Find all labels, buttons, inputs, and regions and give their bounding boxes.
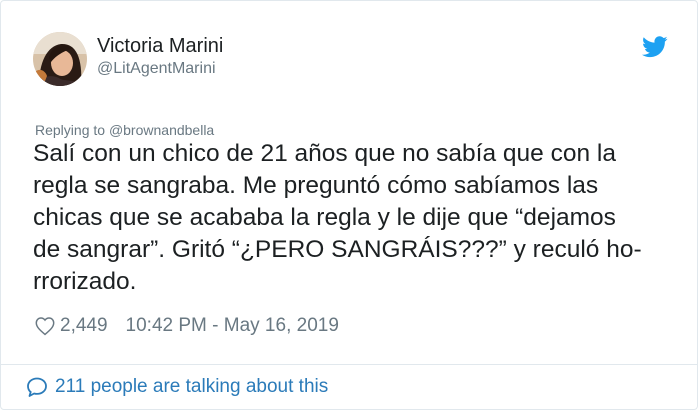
tweet-text-line: chicas que se acababa la regla y le dije… bbox=[33, 204, 616, 231]
heart-icon[interactable] bbox=[34, 315, 56, 337]
twitter-bird-icon[interactable] bbox=[642, 36, 668, 58]
reply-context: Replying to @brownandbella bbox=[35, 121, 214, 139]
profile-photo-icon bbox=[33, 32, 87, 86]
reply-mention-link[interactable]: @brownandbella bbox=[109, 122, 214, 138]
reply-context-prefix: Replying to bbox=[35, 122, 106, 138]
like-count[interactable]: 2,449 bbox=[60, 315, 108, 337]
conversation-link-label[interactable]: 211 people are talking about this bbox=[55, 376, 328, 398]
tweet-text-line: rrorizado. bbox=[33, 268, 137, 295]
author-avatar[interactable] bbox=[33, 32, 87, 86]
tweet-text-line: Salí con un chico de 21 años que no sabí… bbox=[33, 140, 616, 167]
tweet-card: Victoria Marini @LitAgentMarini Replying… bbox=[0, 0, 698, 410]
speech-bubble-icon bbox=[27, 377, 47, 397]
divider bbox=[1, 364, 697, 365]
tweet-text-line: de sangrar”. Gritó “¿PERO SANGRÁIS???” y… bbox=[33, 236, 642, 263]
conversation-link[interactable]: 211 people are talking about this bbox=[25, 373, 328, 401]
tweet-timestamp[interactable]: 10:42 PM - May 16, 2019 bbox=[126, 315, 339, 337]
twitter-bird-glyph bbox=[642, 36, 668, 58]
tweet-text: Salí con un chico de 21 años que no sabí… bbox=[33, 138, 683, 298]
author-handle[interactable]: @LitAgentMarini bbox=[97, 59, 216, 79]
author-display-name[interactable]: Victoria Marini bbox=[97, 34, 223, 58]
tweet-meta: 2,449 10:42 PM - May 16, 2019 bbox=[34, 313, 339, 339]
tweet-text-line: regla se sangraba. Me preguntó cómo sabí… bbox=[33, 172, 599, 199]
